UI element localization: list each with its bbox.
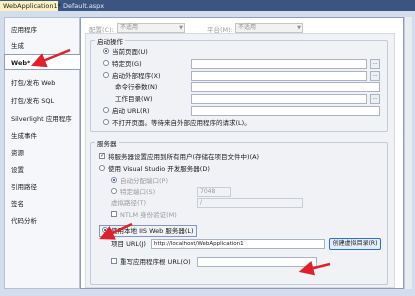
document-tab-bar: WebApplication1* × Default.aspx: [0, 0, 415, 20]
specific-page-field[interactable]: [191, 59, 367, 69]
sidebar-item-signing[interactable]: 签名: [5, 196, 79, 212]
radio-icon: [103, 107, 109, 113]
virtual-path-label: 虚拟路径(T): [111, 199, 147, 207]
sidebar-item-build-events[interactable]: 生成事件: [5, 128, 79, 144]
ntlm-checkbox[interactable]: NTLM 身份验证(M): [111, 210, 177, 220]
sidebar-item-label: 代码分析: [11, 217, 37, 225]
sidebar-item-code-analysis[interactable]: 代码分析: [5, 213, 79, 229]
auto-port-option[interactable]: 自动分配端口(P): [111, 176, 168, 186]
radio-selected-icon: [102, 227, 108, 233]
sidebar-item-application[interactable]: 应用程序: [5, 22, 79, 38]
sidebar-item-label: 引用路径: [11, 183, 37, 191]
sidebar-item-label: 资源: [11, 149, 24, 157]
port-field[interactable]: 7048: [197, 187, 231, 197]
apply-all-users-checkbox[interactable]: ✓ 将服务器设置应用到所有用户(存储在项目文件中)(A): [99, 152, 259, 162]
servers-title: 服务器: [95, 138, 119, 148]
platform-value: 不适用: [238, 24, 257, 31]
sidebar-item-label: 签名: [11, 200, 24, 208]
sidebar-item-web[interactable]: Web*: [4, 54, 82, 70]
checkbox-icon: [111, 211, 117, 217]
create-virtual-directory-button[interactable]: 创建虚拟目录(R): [329, 238, 381, 250]
sidebar-item-label: Web*: [11, 59, 31, 67]
sidebar-item-package-web[interactable]: 打包/发布 Web: [5, 75, 79, 91]
option-label: 将服务器设置应用到所有用户(存储在项目文件中)(A): [108, 153, 260, 161]
checkbox-checked-icon: ✓: [99, 152, 106, 159]
option-label: NTLM 身份验证(M): [120, 211, 177, 219]
browse-button[interactable]: ...: [370, 59, 380, 69]
sidebar-item-label: 生成: [11, 42, 24, 50]
chevron-down-icon: ▼: [297, 25, 301, 31]
start-action-title: 启动操作: [95, 36, 125, 46]
settings-scroll-area: 启动操作 当前页面(U) 特定页(G) ... 启动外部程序(X) ... 命令…: [85, 33, 395, 288]
properties-sidebar: 应用程序 生成 Web* 打包/发布 Web 打包/发布 SQL Silverl…: [4, 17, 82, 289]
sidebar-item-resources[interactable]: 资源: [5, 145, 79, 161]
option-label: 使用 Visual Studio 开发服务器(D): [108, 165, 210, 173]
option-label: 启动外部程序(X): [112, 72, 161, 80]
sidebar-item-build[interactable]: 生成: [5, 38, 79, 54]
option-label: 特定页(G): [112, 60, 142, 68]
tab-label: WebApplication1*: [3, 2, 61, 10]
use-local-iis-option[interactable]: 使用本地 IIS Web 服务器(L): [99, 225, 197, 237]
project-url-label: 项目 URL(J): [111, 240, 146, 248]
start-external-option[interactable]: 启动外部程序(X): [103, 71, 161, 81]
current-page-option[interactable]: 当前页面(U): [103, 47, 148, 57]
sidebar-item-label: 打包/发布 SQL: [11, 97, 55, 105]
sidebar-item-label: Silverlight 应用程序: [11, 115, 72, 123]
use-vs-dev-server-option[interactable]: 使用 Visual Studio 开发服务器(D): [99, 164, 210, 174]
web-settings-panel: 配置(C): 不适用 ▼ 平台(M): 不适用 ▼ 启动操作 当前页面(U) 特…: [80, 17, 404, 289]
option-label: 特定端口(S): [120, 188, 156, 196]
start-action-group: 启动操作 当前页面(U) 特定页(G) ... 启动外部程序(X) ... 命令…: [90, 36, 388, 132]
option-label: 不打开页面。等待来自外部应用程序的请求(L)。: [112, 119, 251, 127]
external-program-field[interactable]: [191, 71, 367, 81]
sidebar-item-label: 应用程序: [11, 26, 37, 34]
sidebar-item-label: 生成事件: [11, 132, 37, 140]
working-dir-label: 工作目录(W): [115, 95, 153, 103]
sidebar-item-package-sql[interactable]: 打包/发布 SQL: [5, 93, 79, 109]
sidebar-item-settings[interactable]: 设置: [5, 162, 79, 178]
sidebar-item-label: 设置: [11, 166, 24, 174]
radio-selected-icon: [111, 177, 117, 183]
browse-button[interactable]: ...: [370, 71, 380, 81]
sidebar-item-silverlight[interactable]: Silverlight 应用程序: [5, 111, 79, 127]
radio-icon: [99, 165, 105, 171]
config-select[interactable]: 不适用 ▼: [117, 23, 185, 33]
platform-select[interactable]: 不适用 ▼: [235, 23, 303, 33]
option-label: 自动分配端口(P): [120, 177, 168, 185]
chevron-down-icon: ▼: [179, 25, 183, 31]
browse-button[interactable]: ...: [370, 94, 380, 104]
specific-port-option[interactable]: 特定端口(S): [111, 187, 155, 197]
override-root-url-field[interactable]: [197, 257, 317, 267]
specific-page-option[interactable]: 特定页(G): [103, 59, 142, 69]
radio-icon: [111, 188, 117, 194]
override-root-url-checkbox[interactable]: 重写应用程序根 URL(O): [111, 257, 191, 267]
virtual-path-field[interactable]: /: [197, 198, 303, 208]
working-dir-field[interactable]: [191, 94, 367, 104]
config-value: 不适用: [120, 24, 139, 31]
option-label: 启动 URL(R): [112, 107, 150, 115]
checkbox-icon: [111, 258, 117, 264]
radio-icon: [103, 72, 109, 78]
option-label: 使用本地 IIS Web 服务器(L): [111, 227, 194, 235]
radio-icon: [103, 60, 109, 66]
radio-selected-icon: [103, 48, 109, 54]
start-url-field[interactable]: [191, 106, 380, 116]
no-open-option[interactable]: 不打开页面。等待来自外部应用程序的请求(L)。: [103, 118, 251, 128]
project-url-field[interactable]: http://localhost/WebApplication1: [151, 239, 325, 249]
option-label: 当前页面(U): [112, 48, 148, 56]
start-url-option[interactable]: 启动 URL(R): [103, 106, 150, 116]
servers-group: 服务器 ✓ 将服务器设置应用到所有用户(存储在项目文件中)(A) 使用 Visua…: [90, 138, 388, 285]
cmd-args-field[interactable]: [191, 82, 380, 92]
cmd-args-label: 命令行参数(N): [115, 83, 158, 91]
radio-icon: [103, 119, 109, 125]
sidebar-item-label: 打包/发布 Web: [11, 79, 56, 87]
option-label: 重写应用程序根 URL(O): [120, 258, 191, 266]
tab-default-aspx[interactable]: Default.aspx: [60, 1, 108, 11]
vertical-scrollbar[interactable]: [404, 17, 412, 289]
tab-label: Default.aspx: [63, 2, 105, 10]
tab-webapplication1[interactable]: WebApplication1* ×: [0, 1, 61, 20]
sidebar-item-reference-paths[interactable]: 引用路径: [5, 179, 79, 195]
